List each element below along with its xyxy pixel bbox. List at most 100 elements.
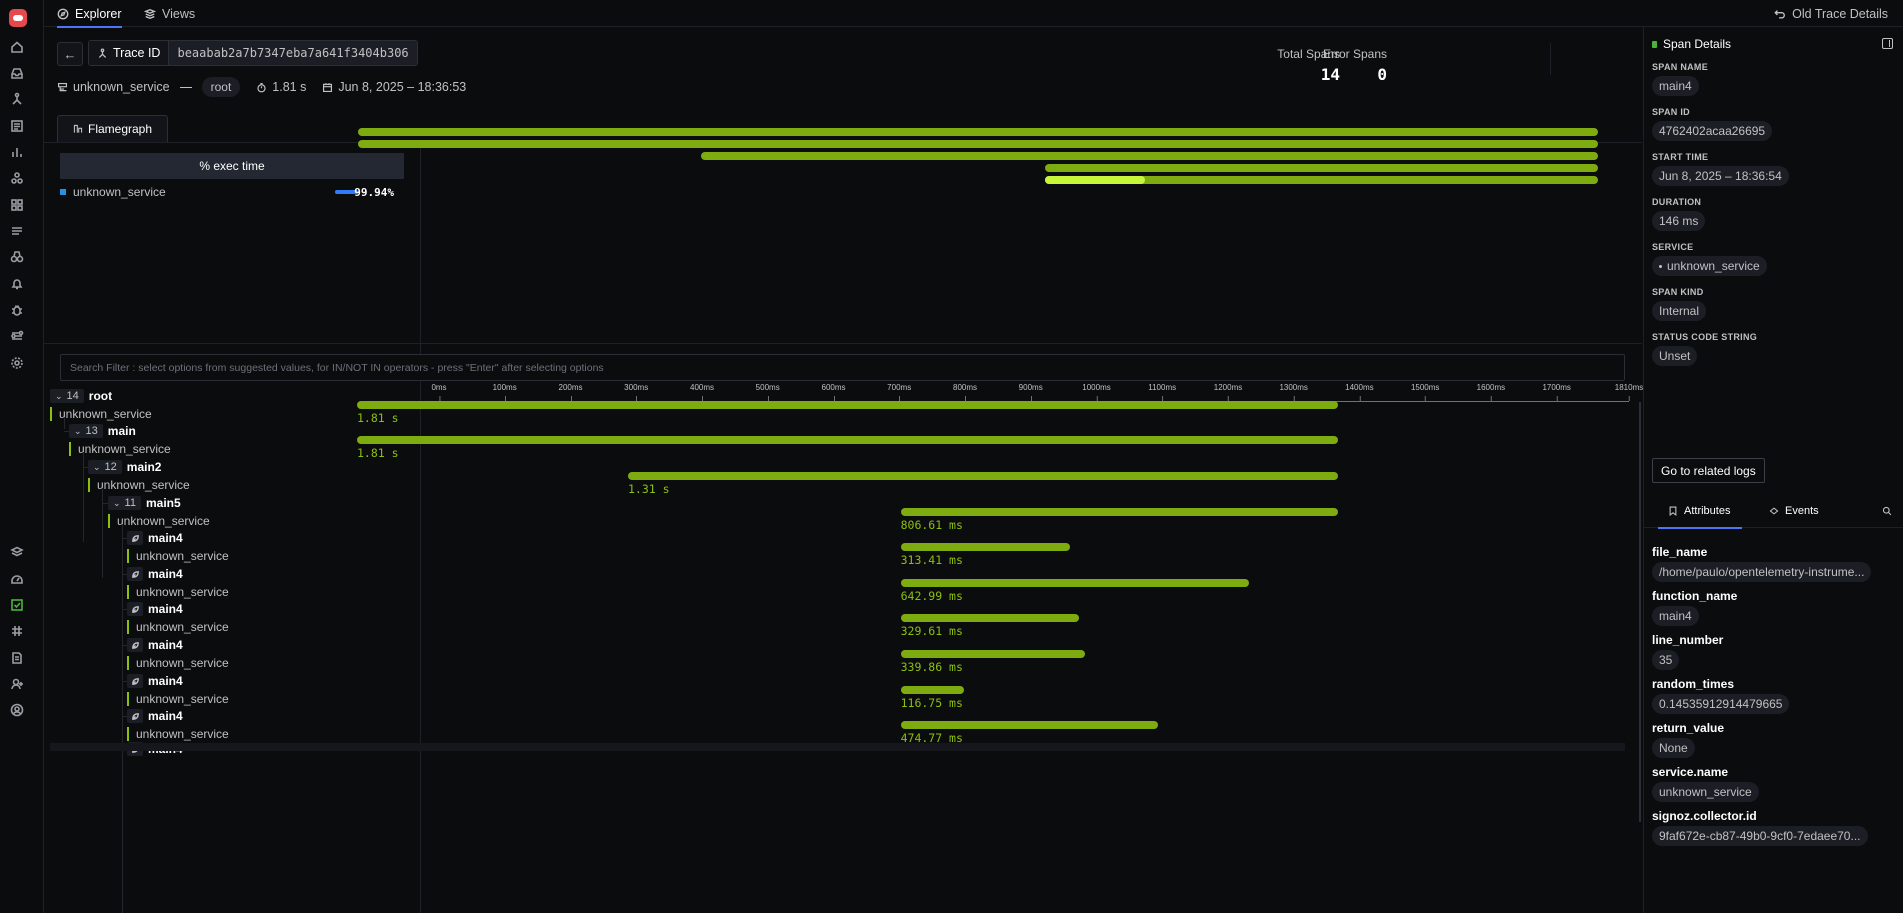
span-field-value[interactable]: Unset [1652, 346, 1698, 366]
trace-date-value: Jun 8, 2025 – 18:36:53 [338, 80, 467, 94]
attribute-value[interactable]: unknown_service [1652, 782, 1759, 802]
bug-icon[interactable] [8, 301, 26, 319]
span-child-count[interactable]: ⌄ 14 [50, 389, 84, 403]
span-field-value[interactable]: 146 ms [1652, 211, 1706, 231]
scrollbar[interactable] [1639, 402, 1641, 822]
span-child-count[interactable]: ⌄ 11 [108, 496, 141, 510]
waterfall-span-bar[interactable] [900, 508, 1338, 516]
collapse-panel-icon[interactable] [1882, 38, 1893, 49]
span-tree-node[interactable]: ⌄ 11 main5 [108, 495, 181, 511]
span-count-value: 13 [85, 425, 98, 437]
span-field-value[interactable]: 4762402acaa26695 [1652, 121, 1773, 141]
slack-icon[interactable] [8, 622, 26, 640]
stats-divider [1550, 43, 1551, 75]
waterfall-span-bar[interactable] [357, 401, 1338, 409]
waterfall-span-bar[interactable] [900, 721, 1158, 729]
span-child-count[interactable]: ⌄ 12 [88, 460, 122, 474]
attributes-search-button[interactable] [1882, 494, 1892, 528]
flamegraph-span-bar[interactable] [358, 128, 1598, 136]
waterfall-span-bar[interactable] [628, 472, 1338, 480]
alerts-icon[interactable] [8, 275, 26, 293]
span-tree-node[interactable]: main4 [127, 637, 183, 653]
pipelines-icon[interactable] [8, 327, 26, 345]
span-field-value[interactable]: unknown_service [1652, 256, 1767, 276]
cost-icon[interactable] [8, 570, 26, 588]
span-tree-node[interactable]: main4 [127, 708, 183, 724]
layers-icon[interactable] [8, 543, 26, 561]
trace-id-value[interactable]: beaabab2a7b7347eba7a641f3404b306 [169, 41, 417, 65]
span-tree-node[interactable]: ⌄ 13 main [69, 423, 136, 439]
attribute-value[interactable]: main4 [1652, 606, 1699, 626]
span-service-name: unknown_service [127, 620, 229, 634]
binoculars-icon[interactable] [8, 248, 26, 266]
span-tree-node[interactable]: ⌄ 12 main2 [88, 459, 161, 475]
settings-icon[interactable] [8, 354, 26, 372]
waterfall-span-bar[interactable] [357, 436, 1338, 444]
logs-icon[interactable] [8, 117, 26, 135]
attribute-value[interactable]: 35 [1652, 650, 1680, 670]
span-tree-node[interactable]: main4 [127, 601, 183, 617]
docs-icon[interactable] [8, 649, 26, 667]
tab-flamegraph-label: Flamegraph [87, 122, 153, 136]
span-field-value[interactable]: Internal [1652, 301, 1707, 321]
span-tree-node[interactable]: main4 [127, 566, 183, 582]
span-tree-node[interactable]: main4 [127, 673, 183, 689]
tab-flamegraph[interactable]: Flamegraph [57, 115, 168, 142]
service-exec-row[interactable]: unknown_service 99.94% [60, 185, 404, 199]
waterfall-span-bar[interactable] [900, 579, 1250, 587]
attribute-value[interactable]: /home/paulo/opentelemetry-instrume... [1652, 562, 1872, 582]
inbox-icon[interactable] [8, 64, 26, 82]
tab-events[interactable]: Events [1769, 494, 1819, 528]
attribute-value[interactable]: 9faf672e-cb87-49b0-9cf0-7edaee70... [1652, 826, 1868, 846]
attribute-value[interactable]: 0.14535912914479665 [1652, 694, 1790, 714]
span-search-input[interactable]: Search Filter : select options from sugg… [60, 354, 1625, 381]
back-button[interactable]: ← [57, 42, 83, 66]
invite-icon[interactable] [8, 675, 26, 693]
waterfall-span-bar[interactable] [900, 686, 964, 694]
waterfall-span-bar[interactable] [900, 650, 1085, 658]
attribute-key: service.name [1652, 765, 1729, 779]
tab-explorer[interactable]: Explorer [57, 0, 122, 28]
exec-time-button[interactable]: % exec time [60, 153, 404, 179]
bookmark-icon [1669, 506, 1677, 516]
leaf-icon [131, 677, 139, 685]
check-icon[interactable] [8, 596, 26, 614]
dashboards-icon[interactable] [8, 196, 26, 214]
span-field-value[interactable]: main4 [1652, 76, 1699, 96]
service-exec-name: unknown_service [73, 185, 166, 199]
services-icon-glyph [11, 172, 23, 184]
old-trace-details-button[interactable]: Old Trace Details [1774, 0, 1888, 27]
traces-icon[interactable] [8, 90, 26, 108]
axis-tick-label: 1500ms [1410, 383, 1440, 401]
waterfall-span-bar[interactable] [900, 614, 1080, 622]
signoz-logo-icon[interactable] [9, 9, 27, 27]
related-logs-button[interactable]: Go to related logs [1652, 458, 1765, 483]
flamegraph-span-bar[interactable] [700, 152, 1598, 160]
account-icon[interactable] [8, 701, 26, 719]
services-icon[interactable] [8, 169, 26, 187]
span-name: root [88, 389, 113, 403]
tab-views[interactable]: Views [144, 0, 195, 27]
span-field-value[interactable]: Jun 8, 2025 – 18:36:54 [1652, 166, 1789, 186]
traces-icon-glyph [12, 92, 22, 105]
home-icon[interactable] [8, 38, 26, 56]
divider [44, 343, 1642, 344]
tab-attributes[interactable]: Attributes [1657, 494, 1744, 529]
span-service-name: unknown_service [127, 549, 229, 563]
flamegraph-selected-span-bar[interactable] [1045, 176, 1146, 184]
span-tree-node[interactable]: ⌄ 14 root [50, 388, 112, 404]
metrics-icon[interactable] [8, 143, 26, 161]
account-icon-glyph [10, 703, 24, 717]
span-service-name: unknown_service [127, 692, 229, 706]
attribute-value[interactable]: None [1652, 738, 1695, 758]
span-service-name: unknown_service [69, 442, 171, 456]
waterfall-span-duration: 1.31 s [628, 482, 670, 496]
span-details-header: Span Details [1652, 37, 1731, 51]
span-child-count[interactable]: ⌄ 13 [69, 424, 103, 438]
span-tree-node[interactable]: main4 [127, 530, 183, 546]
details-tabs: Attributes Events [1644, 494, 1903, 529]
waterfall-span-bar[interactable] [900, 543, 1071, 551]
list-icon[interactable] [8, 222, 26, 240]
flamegraph-span-bar[interactable] [358, 140, 1598, 148]
flamegraph-span-bar[interactable] [1045, 164, 1598, 172]
